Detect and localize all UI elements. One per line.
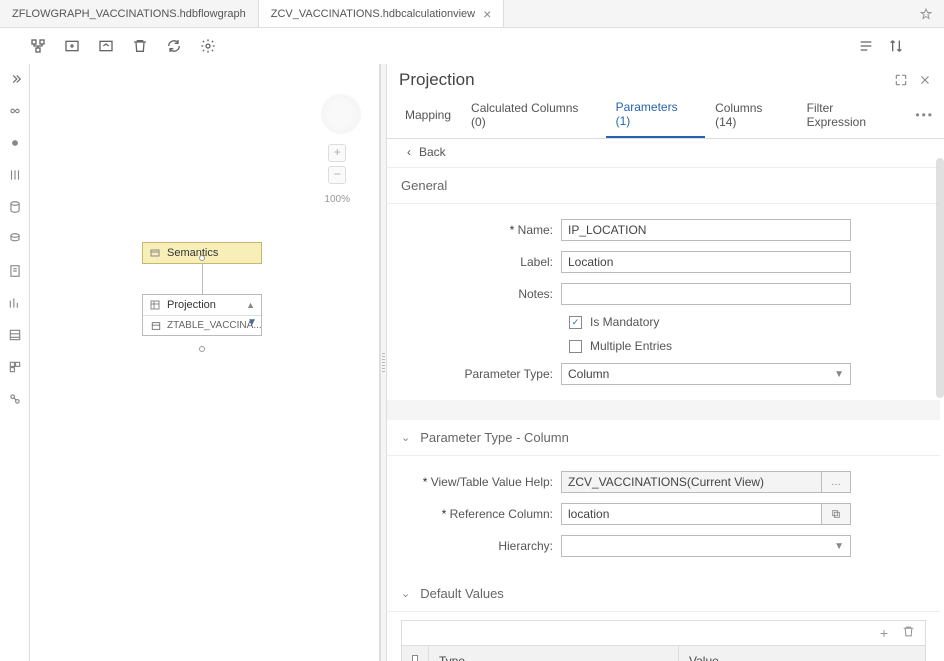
- close-panel-icon[interactable]: [918, 73, 932, 87]
- delete-icon[interactable]: [132, 38, 148, 54]
- section-defaultvalues[interactable]: ⌄ Default Values: [387, 576, 940, 612]
- rail-item-4[interactable]: [8, 200, 22, 214]
- select-all-checkbox[interactable]: [412, 655, 418, 661]
- projection-source-row[interactable]: ZTABLE_VACCINA...: [143, 315, 261, 335]
- paramtype-value: Column: [568, 367, 609, 381]
- hierarchy-select[interactable]: ▼: [561, 535, 851, 557]
- back-label: Back: [419, 145, 446, 159]
- label-label: Label:: [401, 255, 561, 269]
- expand-rail-icon[interactable]: [8, 72, 22, 86]
- tab-columns[interactable]: Columns (14): [705, 93, 797, 137]
- export-icon[interactable]: [98, 38, 114, 54]
- sort-icon[interactable]: [888, 38, 904, 54]
- zoom-in-button[interactable]: +: [328, 144, 346, 162]
- hierarchy-label: Hierarchy:: [401, 539, 561, 553]
- rail-item-2[interactable]: [8, 136, 22, 150]
- panel-title: Projection: [399, 70, 884, 90]
- tab-label-2: ZCV_VACCINATIONS.hdbcalculationview: [271, 8, 475, 20]
- add-row-icon[interactable]: +: [880, 625, 888, 641]
- more-tabs-icon[interactable]: •••: [905, 104, 944, 126]
- rail-item-3[interactable]: [8, 168, 22, 182]
- type-header: Type: [428, 646, 678, 661]
- viewhelp-label: View/Table Value Help:: [431, 475, 553, 489]
- section-general: General: [387, 168, 940, 204]
- chevron-down-icon: ▼: [834, 541, 844, 552]
- notes-label: Notes:: [401, 287, 561, 301]
- rail-item-10[interactable]: [8, 392, 22, 406]
- zoom-out-button[interactable]: −: [328, 166, 346, 184]
- table-icon: [151, 321, 161, 331]
- semantics-icon: [149, 247, 161, 259]
- list-icon[interactable]: [858, 38, 874, 54]
- paramtype-label: Parameter Type:: [401, 367, 561, 381]
- chevron-left-icon: ‹: [407, 145, 411, 159]
- close-icon[interactable]: ×: [483, 6, 491, 22]
- pin-icon[interactable]: [920, 8, 944, 20]
- projection-label: Projection: [167, 299, 216, 311]
- chevron-down-icon: ⌄: [401, 431, 410, 444]
- graph-canvas[interactable]: + − 100% Semantics Projection ▲ ▼ ZTABLE…: [30, 64, 380, 661]
- mandatory-checkbox[interactable]: ✓: [569, 316, 582, 329]
- mandatory-label: Is Mandatory: [590, 315, 659, 329]
- rail-item-6[interactable]: [8, 264, 22, 278]
- rail-item-9[interactable]: [8, 360, 22, 374]
- chevron-down-icon: ▼: [834, 369, 844, 380]
- paramtype-select[interactable]: Column ▼: [561, 363, 851, 385]
- file-tab-2[interactable]: ZCV_VACCINATIONS.hdbcalculationview ×: [259, 0, 505, 27]
- zoom-level: 100%: [324, 194, 350, 205]
- connector-port-bottom[interactable]: [199, 346, 205, 352]
- defaultvalues-section-label: Default Values: [420, 586, 504, 601]
- label-input[interactable]: [561, 251, 851, 273]
- tab-filter-expression[interactable]: Filter Expression: [797, 93, 906, 137]
- tab-calculated-columns[interactable]: Calculated Columns (0): [461, 93, 606, 137]
- back-button[interactable]: ‹ Back: [387, 139, 940, 168]
- scrollbar[interactable]: [936, 158, 944, 398]
- rail-item-5[interactable]: [8, 232, 22, 246]
- viewhelp-input[interactable]: [561, 471, 822, 493]
- paramtype-section-label: Parameter Type - Column: [420, 430, 569, 445]
- file-tab-1[interactable]: ZFLOWGRAPH_VACCINATIONS.hdbflowgraph: [0, 0, 259, 27]
- projection-icon: [149, 299, 161, 311]
- projection-node[interactable]: Projection ▲ ▼ ZTABLE_VACCINA...: [142, 294, 262, 336]
- notes-input[interactable]: [561, 283, 851, 305]
- filter-icon: ▼: [247, 317, 257, 328]
- refcol-input[interactable]: [561, 503, 822, 525]
- tab-parameters[interactable]: Parameters (1): [606, 92, 706, 138]
- splitter-handle[interactable]: [380, 64, 387, 661]
- refcol-label: Reference Column:: [450, 507, 553, 521]
- edge: [202, 261, 203, 294]
- section-paramtype[interactable]: ⌄ Parameter Type - Column: [387, 420, 940, 456]
- browse-button[interactable]: …: [821, 471, 851, 493]
- fullscreen-icon[interactable]: [894, 73, 908, 87]
- refresh-icon[interactable]: [166, 38, 182, 54]
- default-values-table: Type Value Constant ▼ *: [401, 646, 926, 661]
- gear-icon[interactable]: [200, 38, 216, 54]
- rail-item-8[interactable]: [8, 328, 22, 342]
- name-label: Name:: [518, 223, 553, 237]
- compass-control[interactable]: [321, 94, 361, 134]
- expand-icon[interactable]: [64, 38, 80, 54]
- rail-item-1[interactable]: [8, 104, 22, 118]
- tab-label-1: ZFLOWGRAPH_VACCINATIONS.hdbflowgraph: [12, 8, 246, 20]
- name-input[interactable]: [561, 219, 851, 241]
- value-header: Value: [678, 646, 925, 661]
- semantics-label: Semantics: [167, 247, 218, 259]
- delete-row-icon[interactable]: [902, 625, 915, 641]
- chevron-down-icon: ⌄: [401, 587, 410, 600]
- multiple-label: Multiple Entries: [590, 339, 672, 353]
- hierarchy-icon[interactable]: [30, 38, 46, 54]
- tab-mapping[interactable]: Mapping: [395, 100, 461, 130]
- collapse-icon[interactable]: ▲: [246, 300, 255, 310]
- rail-item-7[interactable]: [8, 296, 22, 310]
- connector-port-top[interactable]: [199, 255, 205, 261]
- refcol-browse-button[interactable]: [821, 503, 851, 525]
- multiple-checkbox[interactable]: [569, 340, 582, 353]
